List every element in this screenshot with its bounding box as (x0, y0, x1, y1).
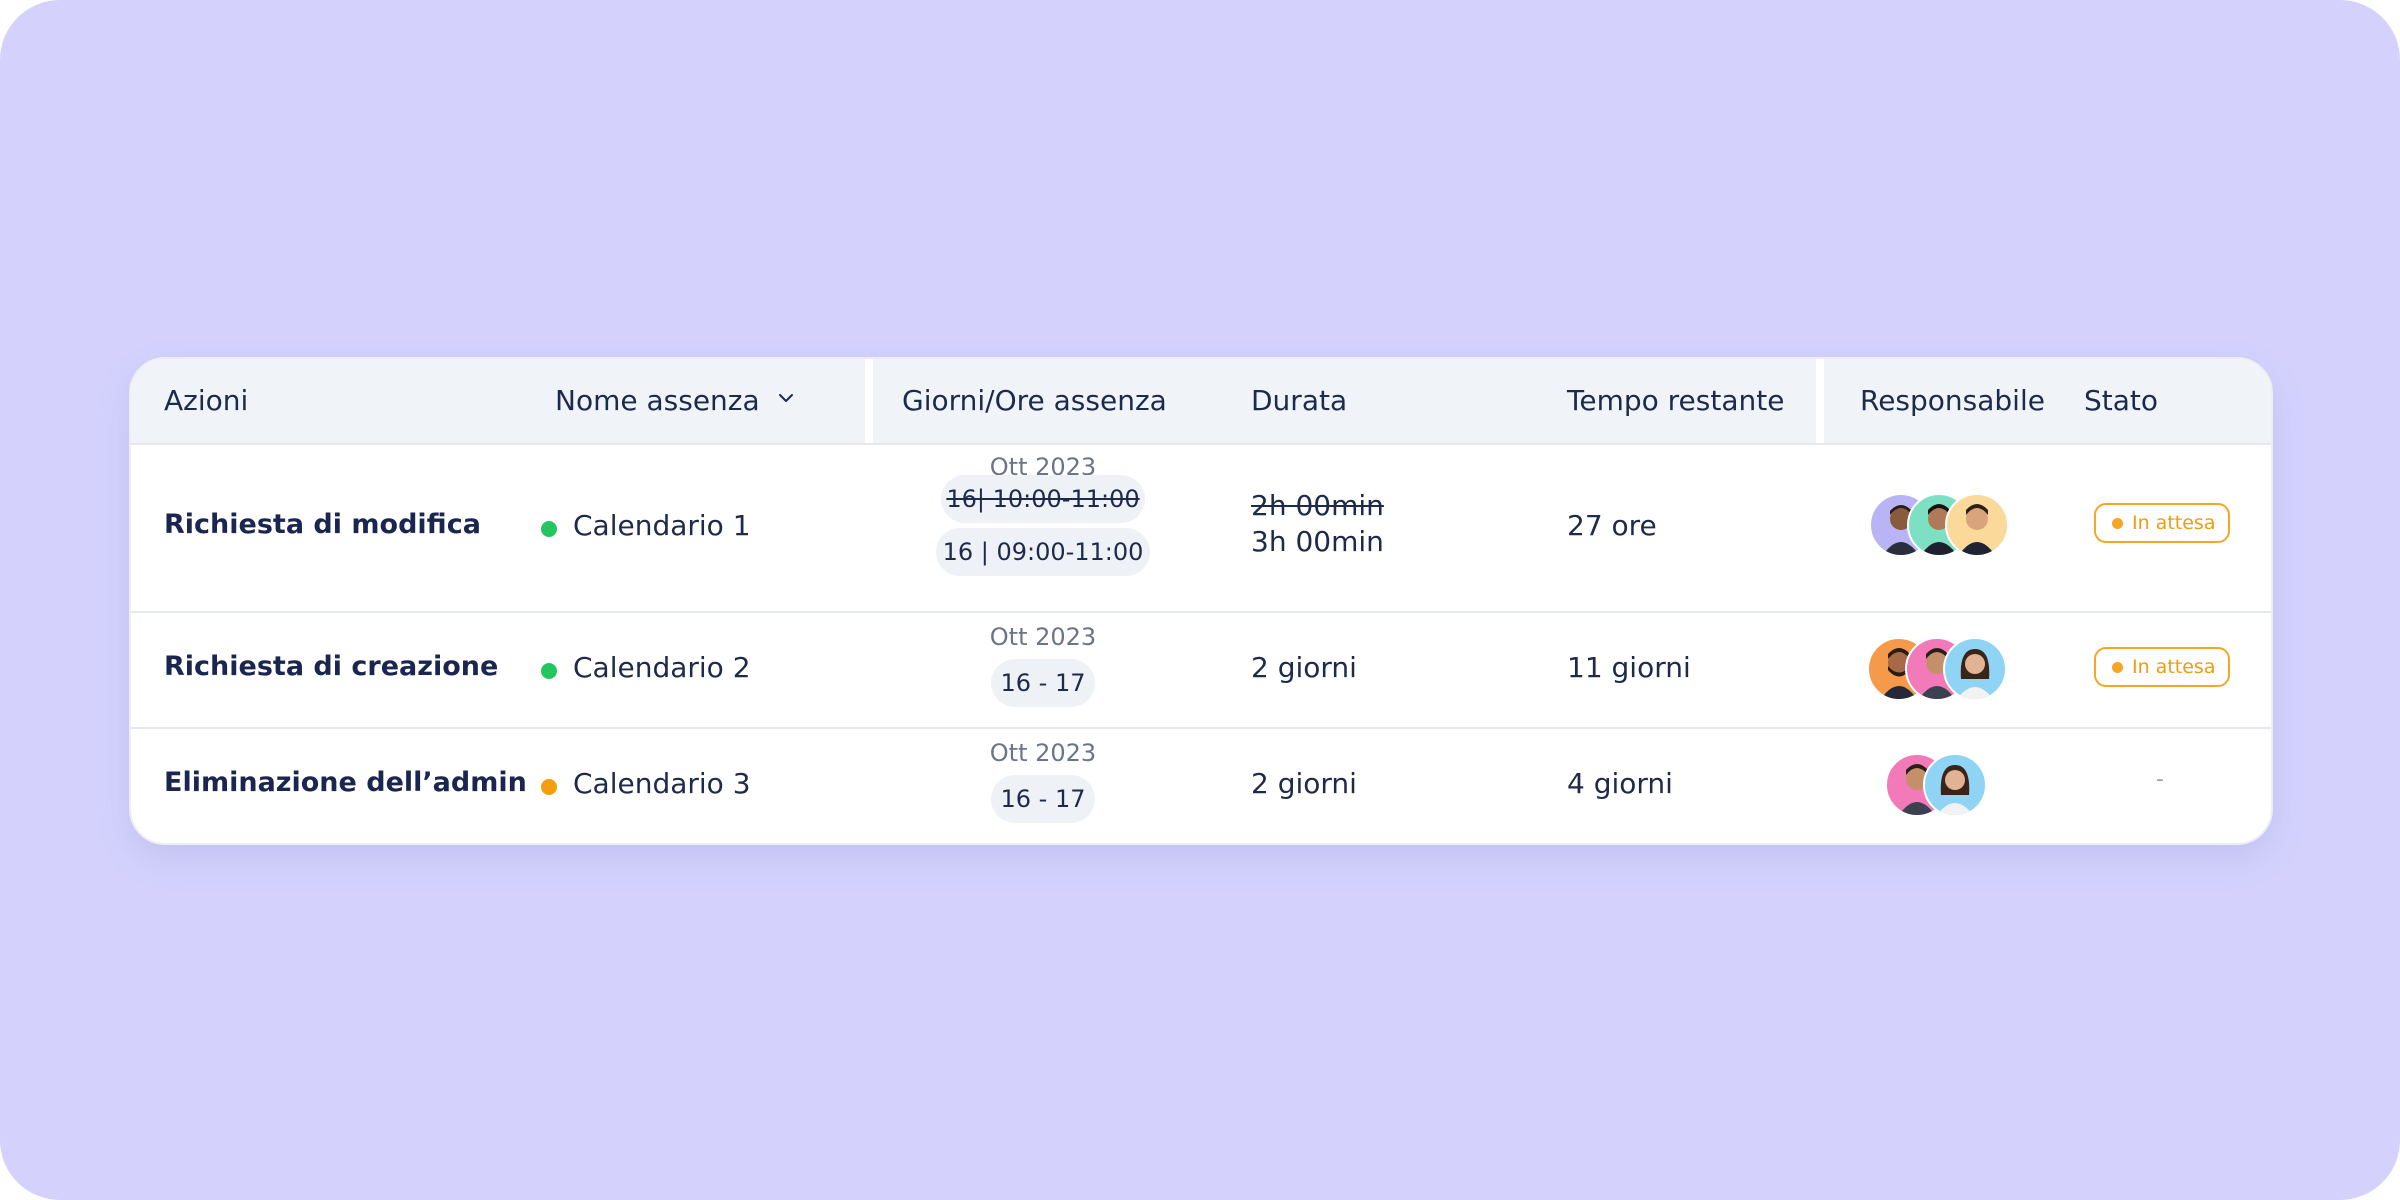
duration: 3h 00min (1251, 525, 1384, 558)
remaining-time: 11 giorni (1567, 651, 1691, 684)
column-header-duration: Durata (1251, 384, 1348, 417)
avatar[interactable] (1923, 753, 1987, 817)
chevron-down-icon[interactable] (779, 391, 793, 405)
table-row[interactable]: Richiesta di modifica Calendario 1 Ott 2… (131, 443, 2271, 613)
column-divider (1816, 359, 1824, 443)
calendar-name[interactable]: Calendario 2 (573, 651, 751, 684)
action-label[interactable]: Eliminazione dell’admin (164, 767, 527, 798)
remaining-time: 4 giorni (1567, 767, 1673, 800)
duration: 2 giorni (1251, 651, 1357, 684)
old-duration: 2h 00min (1251, 489, 1384, 522)
page-background: Azioni Nome assenza Giorni/Ore assenza D… (0, 0, 2400, 1200)
status-label: In attesa (2132, 656, 2216, 678)
calendar-name[interactable]: Calendario 3 (573, 767, 751, 800)
owner-avatars[interactable] (1869, 493, 2029, 557)
calendar-name[interactable]: Calendario 1 (573, 509, 751, 542)
status-label: In attesa (2132, 512, 2216, 534)
status-empty: - (2156, 767, 2164, 792)
status-dot (2112, 518, 2123, 529)
status-dot (541, 663, 557, 679)
remaining-time: 27 ore (1567, 509, 1657, 542)
status-badge: In attesa (2094, 647, 2230, 687)
owner-avatars[interactable] (1885, 753, 2005, 817)
action-label[interactable]: Richiesta di modifica (164, 509, 481, 540)
column-header-actions: Azioni (164, 384, 249, 417)
column-header-absence-name[interactable]: Nome assenza (555, 359, 760, 443)
avatar[interactable] (1945, 493, 2009, 557)
period-month: Ott 2023 (989, 739, 1097, 767)
status-dot (2112, 662, 2123, 673)
table-header: Azioni Nome assenza Giorni/Ore assenza D… (131, 359, 2271, 445)
period-pill: 16 | 09:00-11:00 (936, 528, 1150, 576)
period-pill: 16 - 17 (991, 659, 1095, 707)
action-label[interactable]: Richiesta di creazione (164, 651, 498, 682)
status-badge: In attesa (2094, 503, 2230, 543)
column-divider (865, 359, 873, 443)
column-header-days-hours: Giorni/Ore assenza (902, 384, 1167, 417)
column-header-owner: Responsabile (1860, 384, 2045, 417)
column-header-remaining: Tempo restante (1567, 384, 1785, 417)
period-pill: 16 - 17 (991, 775, 1095, 823)
absence-requests-table: Azioni Nome assenza Giorni/Ore assenza D… (129, 357, 2273, 845)
duration: 2 giorni (1251, 767, 1357, 800)
status-dot (541, 521, 557, 537)
column-header-status: Stato (2084, 384, 2159, 417)
table-row[interactable]: Richiesta di creazione Calendario 2 Ott … (131, 611, 2271, 729)
period-month: Ott 2023 (989, 623, 1097, 651)
status-dot (541, 779, 557, 795)
avatar[interactable] (1943, 637, 2007, 701)
old-period-pill: 16| 10:00-11:00 (941, 475, 1145, 523)
owner-avatars[interactable] (1867, 637, 2027, 701)
table-row[interactable]: Eliminazione dell’admin Calendario 3 Ott… (131, 727, 2271, 843)
